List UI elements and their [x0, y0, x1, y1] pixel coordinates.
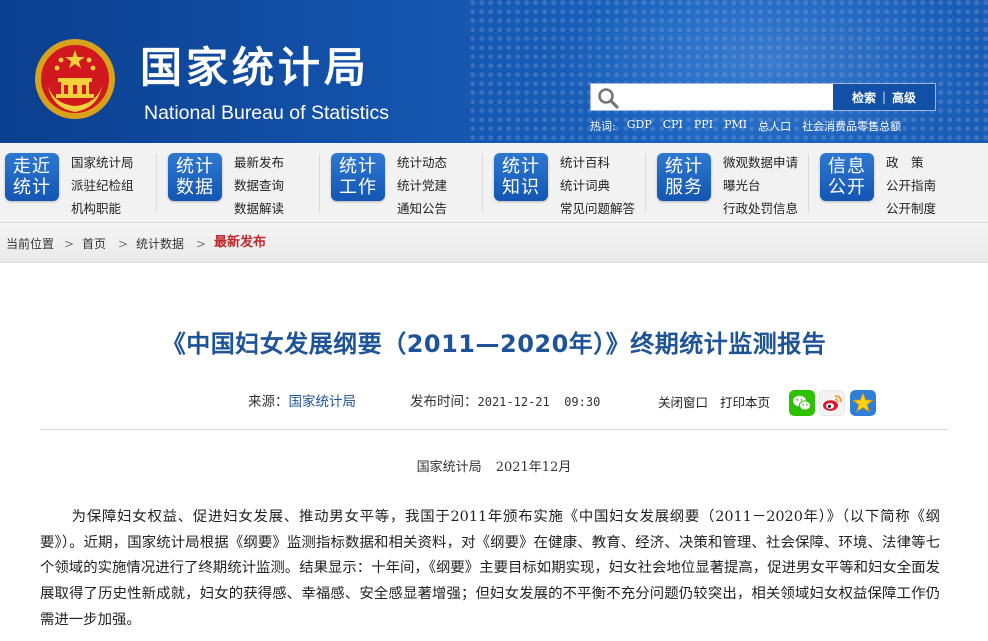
- article-paragraph: 为保障妇女权益、促进妇女发展、推动男女平等，我国于2011年颁布实施《中国妇女发…: [40, 509, 940, 628]
- breadcrumb: 当前位置 > 首页 > 统计数据 > 最新发布: [0, 223, 988, 263]
- publish-time-label: 发布时间：: [410, 394, 478, 410]
- search-button-separator: |: [881, 90, 887, 104]
- breadcrumb-separator: >: [118, 237, 129, 251]
- site-title-en[interactable]: National Bureau of Statistics: [144, 100, 404, 126]
- source-label: 来源：: [248, 394, 289, 410]
- nav-link[interactable]: 数据解读: [234, 197, 330, 220]
- nav-link[interactable]: 最新发布: [234, 151, 330, 174]
- nav-link[interactable]: 公开制度: [886, 197, 976, 220]
- nav-link[interactable]: 国家统计局: [71, 151, 167, 174]
- nav-link[interactable]: 政 策: [886, 151, 976, 174]
- site-title-cn[interactable]: 国家统计局: [140, 42, 400, 94]
- hotword-retail-sales[interactable]: 社会消费品零售总额: [802, 118, 901, 136]
- hot-words: 热词: GDP CPI PPI PMI 总人口 社会消费品零售总额: [590, 118, 970, 136]
- source-link[interactable]: 国家统计局: [289, 394, 357, 410]
- nav-badge-about[interactable]: 走近 统计: [5, 153, 59, 201]
- nav-link[interactable]: 机构职能: [71, 197, 167, 220]
- nav-divider: [808, 153, 809, 213]
- article-title: 《中国妇女发展纲要（2011—2020年）》终期统计监测报告: [161, 330, 827, 358]
- nav-link[interactable]: 统计百科: [560, 151, 656, 174]
- search-button-group: 检索 | 高级: [833, 84, 935, 110]
- nav-link[interactable]: 派驻纪检组: [71, 174, 167, 197]
- search-button[interactable]: 检索: [852, 89, 876, 106]
- byline-org: 国家统计局: [416, 460, 482, 475]
- breadcrumb-latest-release[interactable]: 最新发布: [214, 235, 266, 251]
- nav-badge-knowledge[interactable]: 统计 知识: [494, 153, 548, 201]
- main-navigation: 走近 统计 国家统计局 派驻纪检组 机构职能 统计 数据 最新发布 数据查询 数…: [0, 143, 988, 223]
- nav-divider: [645, 153, 646, 213]
- nav-link[interactable]: 通知公告: [397, 197, 493, 220]
- nav-link[interactable]: 微观数据申请: [723, 151, 819, 174]
- hotword-cpi[interactable]: CPI: [663, 118, 683, 136]
- byline-date: 2021年12月: [495, 460, 572, 475]
- hotword-population[interactable]: 总人口: [758, 118, 791, 136]
- breadcrumb-home[interactable]: 首页: [82, 236, 106, 252]
- article-byline: 国家统计局 2021年12月: [40, 459, 948, 477]
- nav-divider: [482, 153, 483, 213]
- search-box: 检索 | 高级: [590, 83, 936, 111]
- advanced-search-button[interactable]: 高级: [892, 89, 916, 106]
- hotwords-label: 热词:: [590, 120, 616, 133]
- nav-link[interactable]: 行政处罚信息: [723, 197, 819, 220]
- wechat-icon[interactable]: [789, 390, 815, 416]
- nav-link[interactable]: 曝光台: [723, 174, 819, 197]
- breadcrumb-current-location: 当前位置: [6, 237, 55, 251]
- breadcrumb-separator: >: [196, 237, 207, 251]
- print-page-button[interactable]: 打印本页: [720, 395, 770, 411]
- hotword-pmi[interactable]: PMI: [724, 118, 747, 136]
- nav-link[interactable]: 公开指南: [886, 174, 976, 197]
- breadcrumb-separator: >: [64, 237, 75, 251]
- hotword-ppi[interactable]: PPI: [694, 118, 713, 136]
- article-source: 来源：国家统计局: [248, 393, 356, 411]
- search-icon: [598, 88, 619, 109]
- nav-divider: [156, 153, 157, 213]
- divider-line: [40, 429, 948, 430]
- nav-badge-service[interactable]: 统计 服务: [657, 153, 711, 201]
- weibo-icon[interactable]: [819, 390, 845, 416]
- nav-badge-disclosure[interactable]: 信息 公开: [820, 153, 874, 201]
- close-window-button[interactable]: 关闭窗口: [658, 395, 708, 411]
- nav-badge-data[interactable]: 统计 数据: [168, 153, 222, 201]
- article-publish-time: 发布时间：2021-12-21 09:30: [410, 393, 600, 411]
- publish-time-value: 2021-12-21 09:30: [477, 395, 601, 409]
- nav-link[interactable]: 常见问题解答: [560, 197, 656, 220]
- nav-divider: [319, 153, 320, 213]
- favorite-star-icon[interactable]: [850, 390, 876, 416]
- nav-link[interactable]: 统计词典: [560, 174, 656, 197]
- nav-link[interactable]: 统计动态: [397, 151, 493, 174]
- national-emblem-icon: [35, 39, 115, 119]
- nav-link[interactable]: 统计党建: [397, 174, 493, 197]
- nav-link[interactable]: 数据查询: [234, 174, 330, 197]
- search-input[interactable]: [623, 86, 829, 108]
- hotword-gdp[interactable]: GDP: [627, 118, 652, 136]
- nav-badge-work[interactable]: 统计 工作: [331, 153, 385, 201]
- breadcrumb-statistics-data[interactable]: 统计数据: [136, 236, 184, 252]
- site-header: 国家统计局 National Bureau of Statistics 检索 |…: [0, 0, 988, 143]
